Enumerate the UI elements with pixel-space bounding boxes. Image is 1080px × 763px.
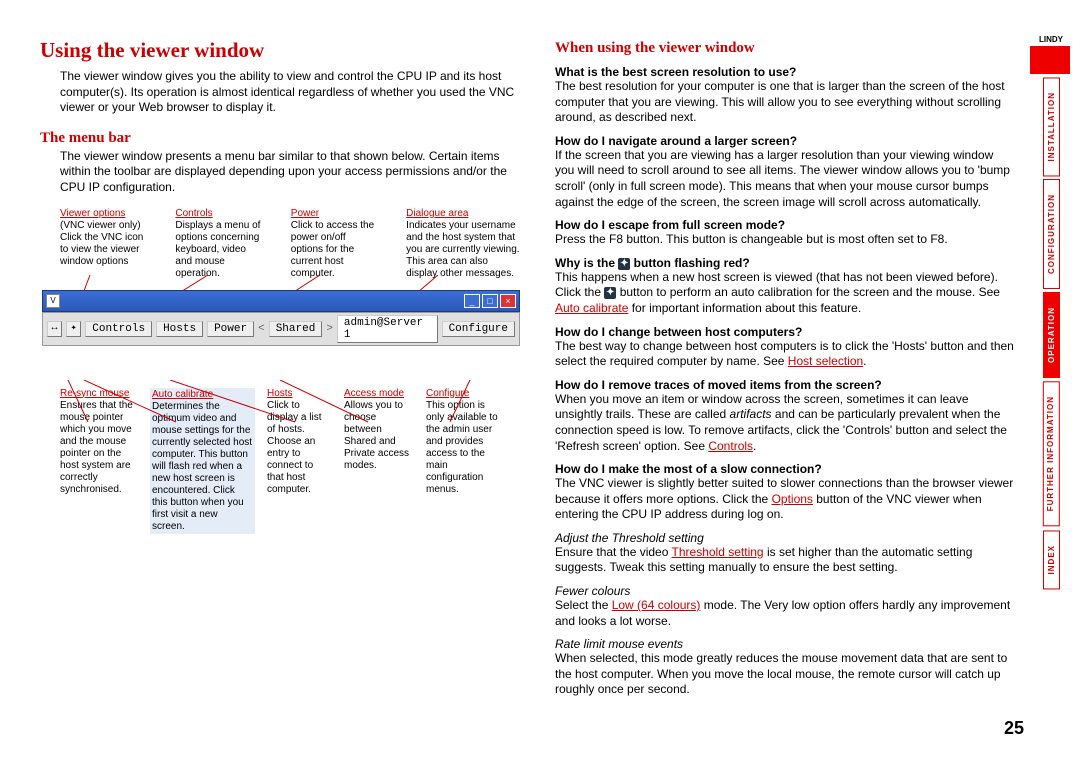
q5: How do I change between host computers? xyxy=(555,325,1015,339)
annot-hosts-title: Hosts xyxy=(267,388,293,399)
nav-further-info[interactable]: FURTHER INFORMATION xyxy=(1043,381,1060,526)
annot-viewer-options-title: Viewer options xyxy=(60,208,125,219)
shared-label[interactable]: Shared xyxy=(269,321,323,337)
annot-dialogue-desc: Indicates your username and the host sys… xyxy=(406,220,519,279)
annotation-top-row: Viewer options(VNC viewer only) Click th… xyxy=(40,208,520,280)
a7: The VNC viewer is slightly better suited… xyxy=(555,476,1015,523)
sep-left-icon: < xyxy=(258,323,265,335)
nav-index[interactable]: INDEX xyxy=(1043,530,1060,589)
annot-autocal-desc: Determines the optimum video and mouse s… xyxy=(152,401,252,532)
nav-installation[interactable]: INSTALLATION xyxy=(1043,77,1060,176)
maximize-icon: □ xyxy=(482,294,498,308)
auto-calibrate-link[interactable]: Auto calibrate xyxy=(555,301,628,315)
menubar-text: The viewer window presents a menu bar si… xyxy=(60,149,520,196)
sep-right-icon: > xyxy=(326,323,333,335)
annot-resync-desc: Ensures that the mouse pointer which you… xyxy=(60,400,133,495)
sub1-text: Ensure that the video Threshold setting … xyxy=(555,545,1015,576)
menu-bar: ↔ ✦ Controls Hosts Power < Shared > admi… xyxy=(42,312,520,346)
page-title: Using the viewer window xyxy=(40,38,520,63)
annot-controls-title: Controls xyxy=(175,208,212,219)
window-titlebar: V _ □ × xyxy=(42,290,520,312)
plus-icon: ✦ xyxy=(618,258,630,270)
right-title: When using the viewer window xyxy=(555,40,1015,57)
sub2-text: Select the Low (64 colours) mode. The Ve… xyxy=(555,598,1015,629)
brand-logo: LINDY xyxy=(1030,35,1072,74)
intro-text: The viewer window gives you the ability … xyxy=(60,69,520,116)
hosts-button[interactable]: Hosts xyxy=(156,321,203,337)
annot-configure-title: Configure xyxy=(426,388,469,399)
annot-power-desc: Click to access the power on/off options… xyxy=(291,220,374,279)
a1: The best resolution for your computer is… xyxy=(555,79,1015,126)
q4: Why is the ✦ button flashing red? xyxy=(555,256,1015,270)
minimize-icon: _ xyxy=(464,294,480,308)
controls-button[interactable]: Controls xyxy=(85,321,152,337)
plus-icon-2: ✦ xyxy=(604,287,616,299)
annot-resync-title: Re-sync mouse xyxy=(60,388,129,399)
a3: Press the F8 button. This button is chan… xyxy=(555,232,1015,248)
nav-configuration[interactable]: CONFIGURATION xyxy=(1043,179,1060,289)
configure-button[interactable]: Configure xyxy=(442,321,515,337)
annot-autocal-title: Auto calibrate xyxy=(152,389,213,400)
annot-viewer-options-desc: (VNC viewer only) Click the VNC icon to … xyxy=(60,220,143,267)
side-navigation: LINDY INSTALLATION CONFIGURATION OPERATI… xyxy=(1030,35,1072,589)
a2: If the screen that you are viewing has a… xyxy=(555,148,1015,210)
annot-dialogue-title: Dialogue area xyxy=(406,208,468,219)
admin-server-label: admin@Server 1 xyxy=(337,315,438,343)
a6: When you move an item or window across t… xyxy=(555,392,1015,454)
threshold-link[interactable]: Threshold setting xyxy=(672,545,764,559)
q3: How do I escape from full screen mode? xyxy=(555,218,1015,232)
annot-power-title: Power xyxy=(291,208,319,219)
power-button[interactable]: Power xyxy=(207,321,254,337)
q6: How do I remove traces of moved items fr… xyxy=(555,378,1015,392)
close-icon: × xyxy=(500,294,516,308)
a5: The best way to change between host comp… xyxy=(555,339,1015,370)
controls-link[interactable]: Controls xyxy=(708,439,753,453)
sub3-heading: Rate limit mouse events xyxy=(555,637,1015,651)
annot-controls-desc: Displays a menu of options concerning ke… xyxy=(175,220,260,279)
a4: This happens when a new host screen is v… xyxy=(555,270,1015,317)
page-number: 25 xyxy=(1004,718,1024,739)
q7: How do I make the most of a slow connect… xyxy=(555,462,1015,476)
sub1-heading: Adjust the Threshold setting xyxy=(555,531,1015,545)
annotation-bottom-row: Re-sync mouseEnsures that the mouse poin… xyxy=(40,388,520,534)
options-link[interactable]: Options xyxy=(772,492,813,506)
annot-hosts-desc: Click to display a list of hosts. Choose… xyxy=(267,400,321,495)
sub2-heading: Fewer colours xyxy=(555,584,1015,598)
annot-access-title: Access mode xyxy=(344,388,404,399)
resync-mouse-icon[interactable]: ↔ xyxy=(47,321,62,337)
brand-square-icon xyxy=(1030,46,1070,74)
auto-calibrate-icon[interactable]: ✦ xyxy=(66,321,81,337)
q1: What is the best screen resolution to us… xyxy=(555,65,1015,79)
q2: How do I navigate around a larger screen… xyxy=(555,134,1015,148)
sub3-text: When selected, this mode greatly reduces… xyxy=(555,651,1015,698)
menubar-heading: The menu bar xyxy=(40,130,520,147)
annot-configure-desc: This option is only available to the adm… xyxy=(426,400,498,495)
low-colours-link[interactable]: Low (64 colours) xyxy=(612,598,701,612)
nav-operation[interactable]: OPERATION xyxy=(1043,292,1060,378)
annot-access-desc: Allows you to choose between Shared and … xyxy=(344,400,409,471)
host-selection-link[interactable]: Host selection xyxy=(788,354,863,368)
toolbar-screenshot: V _ □ × ↔ ✦ Controls Hosts Power < Share… xyxy=(42,290,520,346)
vnc-icon: V xyxy=(46,294,60,308)
